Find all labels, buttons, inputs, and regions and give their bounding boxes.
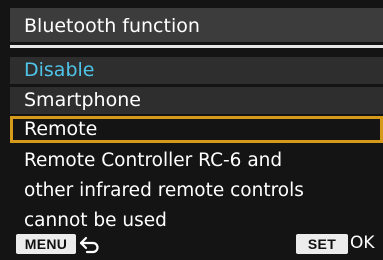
title-bar: Bluetooth function xyxy=(10,8,383,42)
option-description: Remote Controller RC-6 and other infrare… xyxy=(24,146,374,236)
description-line: Remote Controller RC-6 and xyxy=(24,150,283,171)
camera-menu-screen: Bluetooth function Disable Smartphone Re… xyxy=(0,0,383,260)
option-label: Smartphone xyxy=(24,89,141,111)
option-label: Remote xyxy=(24,118,98,140)
set-key-button[interactable]: SET xyxy=(296,234,348,254)
option-remote[interactable]: Remote xyxy=(10,116,383,143)
ok-label: OK xyxy=(350,233,375,253)
menu-title: Bluetooth function xyxy=(24,15,200,37)
option-label: Disable xyxy=(24,59,95,81)
option-disable[interactable]: Disable xyxy=(10,57,383,84)
option-smartphone[interactable]: Smartphone xyxy=(10,87,383,114)
description-line: other infrared remote controls xyxy=(24,180,304,201)
title-divider xyxy=(10,45,383,48)
description-line: cannot be used xyxy=(24,210,167,231)
return-arrow-icon xyxy=(79,236,99,254)
menu-key-button[interactable]: MENU xyxy=(16,234,76,254)
